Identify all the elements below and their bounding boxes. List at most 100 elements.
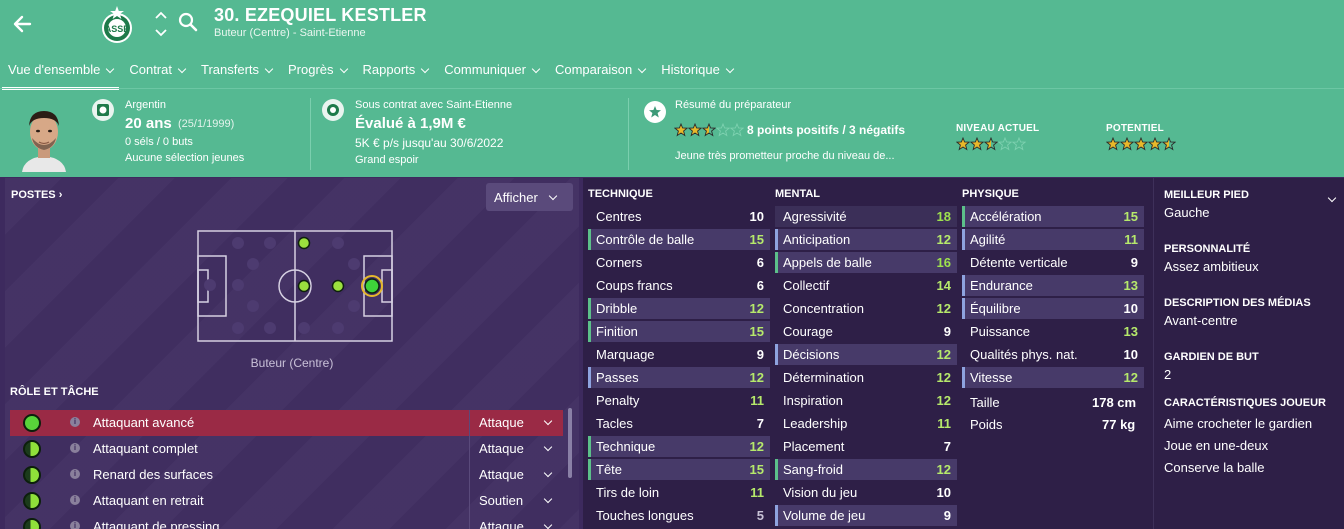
attribute-row[interactable]: Anticipation 12 — [775, 229, 957, 250]
chevron-down-icon[interactable] — [1327, 193, 1337, 203]
tab-overview[interactable]: Vue d'ensemble — [0, 60, 121, 90]
attribute-row[interactable]: Volume de jeu 9 — [775, 505, 957, 526]
attribute-value: 12 — [936, 301, 951, 316]
attribute-row[interactable]: Agilité 11 — [962, 229, 1144, 250]
attribute-row[interactable]: Puissance 13 — [962, 321, 1144, 342]
info-icon[interactable]: i — [70, 443, 80, 453]
attribute-row[interactable]: Tête 15 — [588, 459, 770, 480]
attribute-row[interactable]: Appels de balle 16 — [775, 252, 957, 273]
positions-title[interactable]: POSTES › — [11, 189, 62, 201]
attribute-row[interactable]: Centres 10 — [588, 206, 770, 227]
duty-dropdown[interactable]: Attaque — [469, 514, 563, 529]
player-trait[interactable]: Joue en une-deux — [1164, 438, 1268, 453]
duty-dropdown[interactable]: Attaque — [469, 436, 563, 462]
role-row[interactable]: i Attaquant complet Attaque — [10, 436, 563, 462]
back-arrow-icon[interactable] — [10, 10, 38, 38]
attribute-value: 9 — [943, 508, 951, 523]
role-name: Attaquant complet — [93, 441, 198, 456]
attribute-row[interactable]: Inspiration 12 — [775, 390, 957, 411]
coach-report-text[interactable]: Jeune très prometteur proche du niveau d… — [675, 150, 895, 162]
star-icon — [1148, 137, 1162, 151]
player-subtitle: Buteur (Centre) - Saint-Etienne — [214, 27, 366, 39]
attribute-row[interactable]: Endurance 13 — [962, 275, 1144, 296]
nationality[interactable]: Argentin — [125, 99, 166, 111]
attribute-value: 18 — [936, 209, 951, 224]
attribute-row[interactable]: Coups francs 6 — [588, 275, 770, 296]
role-suitability-icon — [23, 414, 41, 432]
tab-comparison[interactable]: Comparaison — [547, 60, 653, 88]
attribute-row[interactable]: Touches longues 5 — [588, 505, 770, 526]
chevron-down-icon — [264, 64, 274, 74]
tab-transfers[interactable]: Transferts — [193, 60, 280, 88]
attribute-row[interactable]: Agressivité 18 — [775, 206, 957, 227]
attributes-panel: TECHNIQUE MENTAL PHYSIQUE Centres 10 Contr… — [583, 178, 1153, 529]
info-icon[interactable]: i — [70, 495, 80, 505]
attribute-name: Volume de jeu — [783, 508, 866, 523]
attribute-row[interactable]: Finition 15 — [588, 321, 770, 342]
attribute-value: 12 — [749, 370, 764, 385]
tab-label: Progrès — [288, 62, 334, 77]
attribute-row[interactable]: Dribble 12 — [588, 298, 770, 319]
attribute-row[interactable]: Tacles 7 — [588, 413, 770, 434]
role-row[interactable]: i Renard des surfaces Attaque — [10, 462, 563, 488]
player-face-avatar[interactable] — [18, 102, 70, 172]
attribute-row[interactable]: Leadership 11 — [775, 413, 957, 434]
attribute-name: Leadership — [783, 416, 848, 431]
role-name: Renard des surfaces — [93, 467, 213, 482]
attribute-row[interactable]: Collectif 14 — [775, 275, 957, 296]
duty-dropdown[interactable]: Attaque — [469, 410, 563, 436]
attribute-row[interactable]: Détermination 12 — [775, 367, 957, 388]
player-trait[interactable]: Conserve la balle — [1164, 460, 1264, 475]
info-icon[interactable]: i — [70, 417, 80, 427]
positions-pitch[interactable] — [197, 230, 393, 342]
attribute-row[interactable]: Placement 7 — [775, 436, 957, 457]
tab-reports[interactable]: Rapports — [355, 60, 437, 88]
attribute-row[interactable]: Vision du jeu 10 — [775, 482, 957, 503]
attribute-row[interactable]: Corners 6 — [588, 252, 770, 273]
goalkeeper-rating: 2 — [1164, 367, 1172, 382]
info-icon[interactable]: i — [70, 469, 80, 479]
info-divider — [310, 98, 311, 170]
attribute-row[interactable]: Vitesse 12 — [962, 367, 1144, 388]
display-dropdown[interactable]: Afficher — [486, 183, 573, 211]
goalkeeper-title: GARDIEN DE BUT — [1164, 351, 1259, 363]
duty-dropdown[interactable]: Soutien — [469, 488, 563, 514]
player-trait[interactable]: Aime crocheter le gardien — [1164, 416, 1312, 431]
attribute-name: Marquage — [596, 347, 655, 362]
attribute-row[interactable]: Concentration 12 — [775, 298, 957, 319]
coach-star-rating — [674, 123, 744, 137]
role-row[interactable]: i Attaquant en retrait Soutien — [10, 488, 563, 514]
attribute-row[interactable]: Technique 12 — [588, 436, 770, 457]
roles-scrollbar[interactable] — [568, 408, 572, 478]
attribute-row[interactable]: Équilibre 10 — [962, 298, 1144, 319]
search-icon[interactable] — [178, 12, 198, 32]
chevron-down-icon — [548, 191, 558, 201]
info-icon[interactable]: i — [70, 521, 80, 529]
attribute-row[interactable]: Courage 9 — [775, 321, 957, 342]
attribute-name: Contrôle de balle — [596, 232, 695, 247]
coach-report-summary[interactable]: 8 points positifs / 3 négatifs — [747, 123, 905, 137]
prev-next-arrows-icon[interactable] — [154, 10, 168, 38]
attribute-row[interactable]: Penalty 11 — [588, 390, 770, 411]
attribute-row[interactable]: Qualités phys. nat. 10 — [962, 344, 1144, 365]
club-crest-icon[interactable]: ASSE — [101, 4, 133, 44]
attribute-row[interactable]: Décisions 12 — [775, 344, 957, 365]
tab-contract[interactable]: Contrat — [121, 60, 193, 88]
role-row[interactable]: i Attaquant avancé Attaque — [10, 410, 563, 436]
duty-dropdown[interactable]: Attaque — [469, 462, 563, 488]
contract-club[interactable]: Sous contrat avec Saint-Etienne — [355, 99, 512, 111]
role-row[interactable]: i Attaquant de pressing Attaque — [10, 514, 563, 529]
attribute-row[interactable]: Marquage 9 — [588, 344, 770, 365]
tab-history[interactable]: Historique — [653, 60, 741, 88]
attribute-row[interactable]: Sang-froid 12 — [775, 459, 957, 480]
attribute-name: Penalty — [596, 393, 640, 408]
attribute-row[interactable]: Détente verticale 9 — [962, 252, 1144, 273]
attribute-row[interactable]: Contrôle de balle 15 — [588, 229, 770, 250]
attribute-row[interactable]: Tirs de loin 11 — [588, 482, 770, 503]
tab-progress[interactable]: Progrès — [280, 60, 355, 88]
tab-communicate[interactable]: Communiquer — [436, 60, 547, 88]
mental-title: MENTAL — [775, 188, 821, 200]
attribute-row[interactable]: Accélération 15 — [962, 206, 1144, 227]
attribute-value: 6 — [756, 278, 764, 293]
attribute-row[interactable]: Passes 12 — [588, 367, 770, 388]
